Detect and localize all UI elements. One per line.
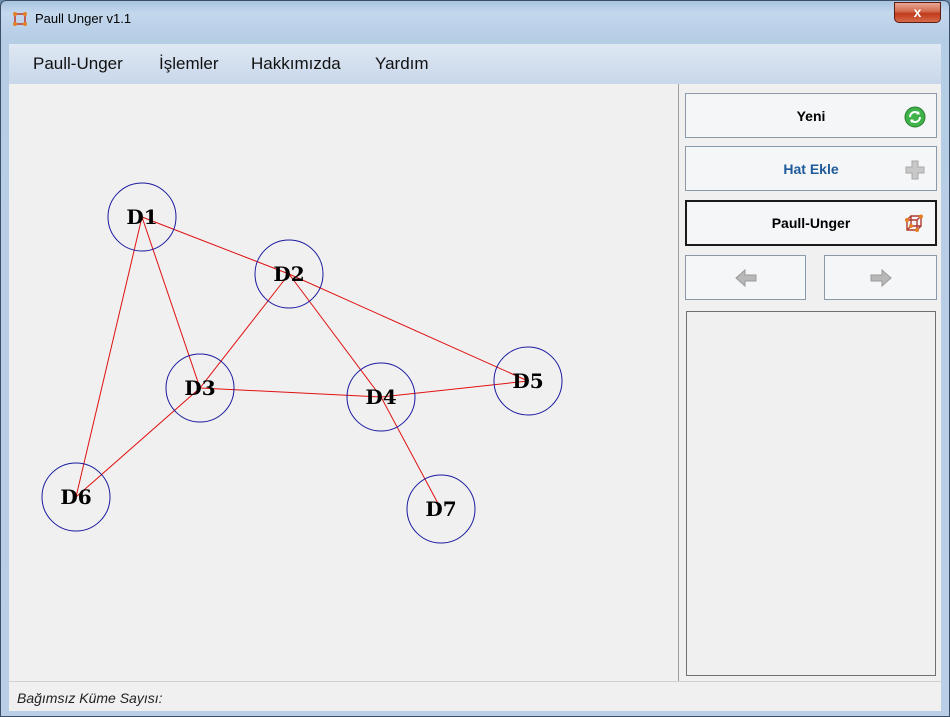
- node-label-d3: D3: [184, 376, 215, 400]
- graph-canvas[interactable]: D1 D2 D3 D4 D5 D6 D7: [9, 84, 678, 681]
- window-title: Paull Unger v1.1: [35, 11, 132, 26]
- graph-cube-icon: [905, 214, 923, 232]
- next-button[interactable]: [824, 255, 937, 300]
- arrow-right-icon: [870, 268, 892, 287]
- new-button-label: Yeni: [796, 107, 826, 124]
- menu-bar: Paull-Unger İşlemler Hakkımızda Yardım: [9, 44, 941, 84]
- menu-hakkimizda[interactable]: Hakkımızda: [251, 54, 341, 74]
- status-bar: Bağımsız Küme Sayısı:: [9, 681, 941, 711]
- node-label-d4: D4: [365, 385, 396, 409]
- node-label-d5: D5: [512, 369, 543, 393]
- content-area: D1 D2 D3 D4 D5 D6 D7 Yeni Hat Ekle Paull-Unge: [9, 84, 941, 681]
- edge-d2-d4[interactable]: [288, 273, 382, 398]
- edge-d3-d6[interactable]: [75, 387, 201, 498]
- menu-yardim[interactable]: Yardım: [375, 54, 429, 74]
- result-list[interactable]: [686, 311, 936, 676]
- add-edge-button[interactable]: Hat Ekle: [685, 146, 937, 191]
- menu-paull-unger[interactable]: Paull-Unger: [33, 54, 123, 74]
- arrow-left-icon: [734, 268, 756, 287]
- app-window: Paull Unger v1.1 x Paull-Unger İşlemler …: [0, 0, 950, 717]
- edge-d2-d3[interactable]: [199, 273, 290, 389]
- edge-d1-d6[interactable]: [75, 216, 143, 498]
- graph-drawing[interactable]: D1 D2 D3 D4 D5 D6 D7: [9, 84, 678, 681]
- edge-d4-d5[interactable]: [380, 380, 529, 398]
- refresh-icon: [904, 106, 926, 128]
- title-bar[interactable]: Paull Unger v1.1 x: [1, 1, 949, 37]
- side-panel: Yeni Hat Ekle Paull-Unger: [678, 84, 941, 681]
- new-button[interactable]: Yeni: [685, 93, 937, 138]
- node-label-d1: D1: [126, 205, 157, 229]
- edge-d2-d5[interactable]: [288, 273, 529, 382]
- previous-button[interactable]: [685, 255, 806, 300]
- node-label-d2: D2: [273, 262, 304, 286]
- close-button[interactable]: x: [894, 2, 941, 23]
- independent-set-count-label: Bağımsız Küme Sayısı:: [17, 690, 163, 706]
- node-label-d7: D7: [425, 497, 456, 521]
- menu-islemler[interactable]: İşlemler: [159, 54, 219, 74]
- node-label-d6: D6: [60, 485, 91, 509]
- edge-d3-d4[interactable]: [199, 387, 382, 398]
- edge-d1-d2[interactable]: [141, 216, 290, 275]
- app-icon: [13, 12, 27, 26]
- plus-icon: [905, 160, 925, 180]
- paull-unger-button[interactable]: Paull-Unger: [685, 200, 937, 246]
- edge-d1-d3[interactable]: [141, 216, 201, 389]
- paull-unger-button-label: Paull-Unger: [771, 215, 851, 231]
- add-edge-button-label: Hat Ekle: [783, 160, 839, 177]
